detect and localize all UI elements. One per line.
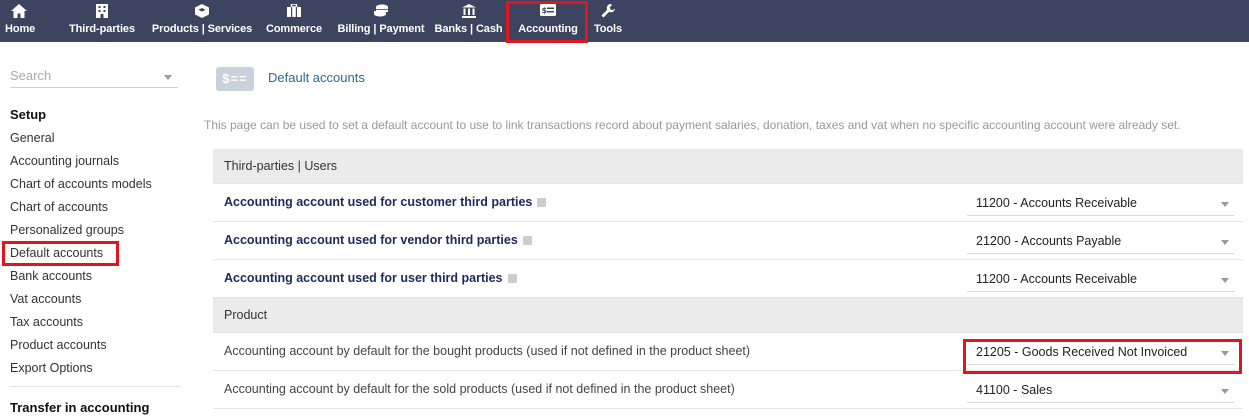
menu-products-services[interactable]: Products | Services (144, 0, 260, 42)
top-menu-bar: Home Third-parties Products | Services C… (0, 0, 1249, 42)
menu-home[interactable]: Home (5, 0, 36, 42)
menu-commerce-label: Commerce (265, 23, 323, 35)
menu-banks-cash-label: Banks | Cash (434, 23, 503, 35)
sidebar-item-vat-accounts[interactable]: Vat accounts (10, 292, 81, 306)
sidebar-divider (10, 386, 180, 387)
menu-banks-cash[interactable]: Banks | Cash (432, 0, 505, 42)
sidebar-item-accounting-journals[interactable]: Accounting journals (10, 154, 119, 168)
table-row: Accounting account used for customer thi… (213, 184, 1243, 222)
coins-icon (333, 4, 429, 22)
sidebar-item-chart-of-accounts[interactable]: Chart of accounts (10, 200, 108, 214)
chevron-down-icon (1221, 202, 1229, 207)
row-label: Accounting account used for vendor third… (224, 233, 532, 247)
row-label: Accounting account used for user third p… (224, 271, 517, 285)
row-label-text: Accounting account used for customer thi… (224, 195, 533, 209)
main-content: $== Default accounts This page can be us… (193, 42, 1249, 419)
section-title: Third-parties | Users (224, 159, 337, 173)
row-label-text: Accounting account used for vendor third… (224, 233, 518, 247)
sidebar-item-bank-accounts[interactable]: Bank accounts (10, 269, 92, 283)
section-header: Product (213, 298, 1243, 333)
sidebar-transfer-title[interactable]: Transfer in accounting (10, 400, 149, 415)
cube-icon (144, 4, 260, 22)
help-icon[interactable] (522, 236, 532, 245)
row-label-text: Accounting account used for user third p… (224, 271, 503, 285)
row-label: Accounting account by default for the so… (224, 382, 735, 396)
help-icon[interactable] (537, 198, 547, 207)
sidebar-item-chart-of-accounts-models[interactable]: Chart of accounts models (10, 177, 152, 191)
select-value: 11200 - Accounts Receivable (976, 272, 1137, 286)
sidebar-setup-title[interactable]: Setup (10, 107, 46, 122)
select-value: 41100 - Sales (976, 383, 1053, 397)
table-row: Accounting account used for vendor third… (213, 222, 1243, 260)
svg-text:$: $ (542, 6, 548, 15)
search-input[interactable]: Search (10, 66, 178, 88)
sidebar-item-personalized-groups[interactable]: Personalized groups (10, 223, 124, 237)
menu-tools-label: Tools (593, 23, 622, 35)
account-select[interactable]: 21205 - Goods Received Not Invoiced (967, 339, 1234, 365)
left-sidebar: Search Setup General Accounting journals… (0, 42, 193, 419)
menu-products-services-label: Products | Services (151, 23, 253, 35)
menu-billing-payment-label: Billing | Payment (337, 23, 425, 35)
table-row: Accounting account by default for the so… (213, 371, 1243, 409)
account-select[interactable]: 11200 - Accounts Receivable (967, 266, 1234, 292)
building-icon (64, 4, 140, 22)
page-title: Default accounts (268, 70, 365, 85)
menu-billing-payment[interactable]: Billing | Payment (333, 0, 429, 42)
table-row: Accounting account used for user third p… (213, 260, 1243, 298)
briefcase-icon (261, 4, 327, 22)
section-header: Third-parties | Users (213, 149, 1243, 184)
menu-third-parties[interactable]: Third-parties (64, 0, 140, 42)
menu-home-label: Home (5, 23, 36, 35)
chevron-down-icon (1221, 351, 1229, 356)
wrench-icon (593, 4, 623, 22)
menu-accounting[interactable]: $ Accounting (513, 0, 583, 42)
account-select[interactable]: 41100 - Sales (967, 377, 1234, 403)
select-value: 11200 - Accounts Receivable (976, 196, 1137, 210)
search-placeholder: Search (10, 68, 52, 83)
home-icon (5, 4, 33, 22)
sidebar-item-general[interactable]: General (10, 131, 54, 145)
account-select[interactable]: 21200 - Accounts Payable (967, 228, 1234, 254)
chevron-down-icon (164, 75, 172, 80)
sidebar-item-export-options[interactable]: Export Options (10, 361, 93, 375)
row-label: Accounting account used for customer thi… (224, 195, 547, 209)
page-description: This page can be used to set a default a… (204, 118, 1181, 132)
table-row: Accounting account by default for the bo… (213, 333, 1243, 371)
sidebar-item-product-accounts[interactable]: Product accounts (10, 338, 107, 352)
bank-icon (432, 4, 505, 22)
row-label: Accounting account by default for the bo… (224, 344, 751, 358)
accounting-title-icon: $== (216, 67, 254, 91)
chevron-down-icon (1221, 278, 1229, 283)
chevron-down-icon (1221, 389, 1229, 394)
menu-third-parties-label: Third-parties (69, 23, 135, 35)
menu-commerce[interactable]: Commerce (261, 0, 327, 42)
chevron-down-icon (1221, 240, 1229, 245)
menu-tools[interactable]: Tools (593, 0, 623, 42)
menu-accounting-label: Accounting (518, 23, 578, 35)
sidebar-item-default-accounts[interactable]: Default accounts (10, 246, 103, 260)
settings-table: Third-parties | Users Accounting account… (213, 149, 1243, 409)
select-value: 21205 - Goods Received Not Invoiced (976, 345, 1188, 359)
section-title: Product (224, 308, 268, 322)
select-value: 21200 - Accounts Payable (976, 234, 1122, 248)
help-icon[interactable] (507, 274, 517, 283)
sidebar-item-tax-accounts[interactable]: Tax accounts (10, 315, 83, 329)
accounting-icon: $ (513, 4, 583, 22)
account-select[interactable]: 11200 - Accounts Receivable (967, 190, 1234, 216)
